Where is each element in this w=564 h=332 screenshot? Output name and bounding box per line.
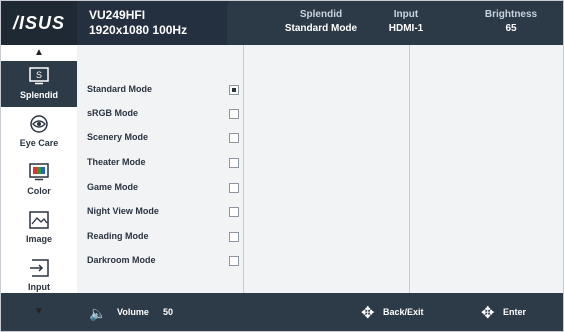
volume-label: Volume bbox=[117, 307, 149, 317]
submenu-panel bbox=[243, 45, 409, 293]
mode-label: Standard Mode bbox=[87, 84, 153, 94]
sidebar-item-eye-care[interactable]: Eye Care bbox=[1, 109, 77, 155]
splendid-icon: S bbox=[29, 67, 49, 85]
scroll-up-icon[interactable]: ▲ bbox=[1, 45, 77, 61]
mode-item-theater[interactable]: Theater Mode bbox=[87, 155, 239, 171]
mode-label: Theater Mode bbox=[87, 157, 146, 167]
status-input: Input HDMI-1 bbox=[376, 9, 436, 34]
mode-label: Game Mode bbox=[87, 182, 139, 192]
sidebar: ▲ S Splendid Eye Care Color Image Input bbox=[1, 45, 78, 293]
mode-label: Night View Mode bbox=[87, 206, 159, 216]
sidebar-item-label: Eye Care bbox=[19, 138, 59, 148]
status-brightness: Brightness 65 bbox=[476, 9, 546, 34]
model-name: VU249HFI bbox=[89, 8, 146, 22]
mode-checkbox[interactable] bbox=[229, 109, 239, 119]
mode-checkbox[interactable] bbox=[229, 256, 239, 266]
mode-label: Scenery Mode bbox=[87, 132, 149, 142]
enter-label: Enter bbox=[503, 307, 527, 317]
status-label: Splendid bbox=[299, 9, 343, 20]
input-icon bbox=[30, 259, 49, 277]
mode-item-standard[interactable]: Standard Mode bbox=[87, 82, 239, 98]
status-value: HDMI-1 bbox=[388, 23, 424, 34]
mode-item-night-view[interactable]: Night View Mode bbox=[87, 204, 239, 220]
mode-item-srgb[interactable]: sRGB Mode bbox=[87, 106, 239, 122]
volume-value: 50 bbox=[163, 307, 174, 317]
mode-checkbox[interactable] bbox=[229, 183, 239, 193]
mode-item-reading[interactable]: Reading Mode bbox=[87, 229, 239, 245]
osd-window: /ISUS VU249HFI 1920x1080 100Hz Splendid … bbox=[0, 0, 564, 332]
sidebar-item-label: Splendid bbox=[20, 90, 58, 100]
speaker-icon: 🔈 bbox=[89, 305, 107, 321]
header-bar: /ISUS VU249HFI 1920x1080 100Hz Splendid … bbox=[1, 1, 563, 45]
svg-text:S: S bbox=[36, 70, 42, 80]
mode-checkbox[interactable] bbox=[229, 232, 239, 242]
footer-bar: 🔈 Volume 50 ✥ Back/Exit ✥ Enter bbox=[1, 293, 563, 331]
status-label: Brightness bbox=[484, 9, 538, 20]
scroll-down-icon[interactable]: ▼ bbox=[1, 305, 77, 319]
brand-logo-text: /ISUS bbox=[12, 12, 65, 33]
sidebar-item-splendid[interactable]: S Splendid bbox=[1, 61, 77, 107]
mode-item-darkroom[interactable]: Darkroom Mode bbox=[87, 253, 239, 269]
mode-checkbox[interactable] bbox=[229, 207, 239, 217]
mode-checkbox[interactable] bbox=[229, 133, 239, 143]
joystick-enter-icon[interactable]: ✥ bbox=[481, 303, 494, 323]
sidebar-item-label: Color bbox=[27, 186, 51, 196]
model-info: VU249HFI 1920x1080 100Hz bbox=[77, 1, 227, 45]
mode-label: Reading Mode bbox=[87, 231, 149, 241]
mode-item-scenery[interactable]: Scenery Mode bbox=[87, 130, 239, 146]
status-label: Input bbox=[393, 9, 419, 20]
joystick-back-icon[interactable]: ✥ bbox=[361, 303, 374, 323]
sidebar-item-label: Image bbox=[25, 234, 52, 244]
mode-checkbox[interactable] bbox=[229, 85, 239, 95]
model-resolution: 1920x1080 100Hz bbox=[89, 23, 188, 37]
mode-label: sRGB Mode bbox=[87, 108, 139, 118]
mode-checkbox[interactable] bbox=[229, 158, 239, 168]
image-icon bbox=[29, 211, 49, 229]
status-splendid: Splendid Standard Mode bbox=[276, 9, 366, 34]
status-value: 65 bbox=[505, 23, 517, 34]
mode-label: Darkroom Mode bbox=[87, 255, 156, 265]
detail-panel bbox=[409, 45, 563, 293]
color-icon bbox=[29, 163, 49, 181]
header-divider bbox=[206, 1, 230, 45]
sidebar-item-color[interactable]: Color bbox=[1, 157, 77, 203]
status-value: Standard Mode bbox=[284, 23, 358, 34]
back-exit-label: Back/Exit bbox=[383, 307, 424, 317]
brand-logo: /ISUS bbox=[1, 1, 77, 45]
mode-item-game[interactable]: Game Mode bbox=[87, 180, 239, 196]
sidebar-item-image[interactable]: Image bbox=[1, 205, 77, 251]
eye-care-icon bbox=[30, 115, 48, 133]
sidebar-item-label: Input bbox=[28, 282, 50, 292]
